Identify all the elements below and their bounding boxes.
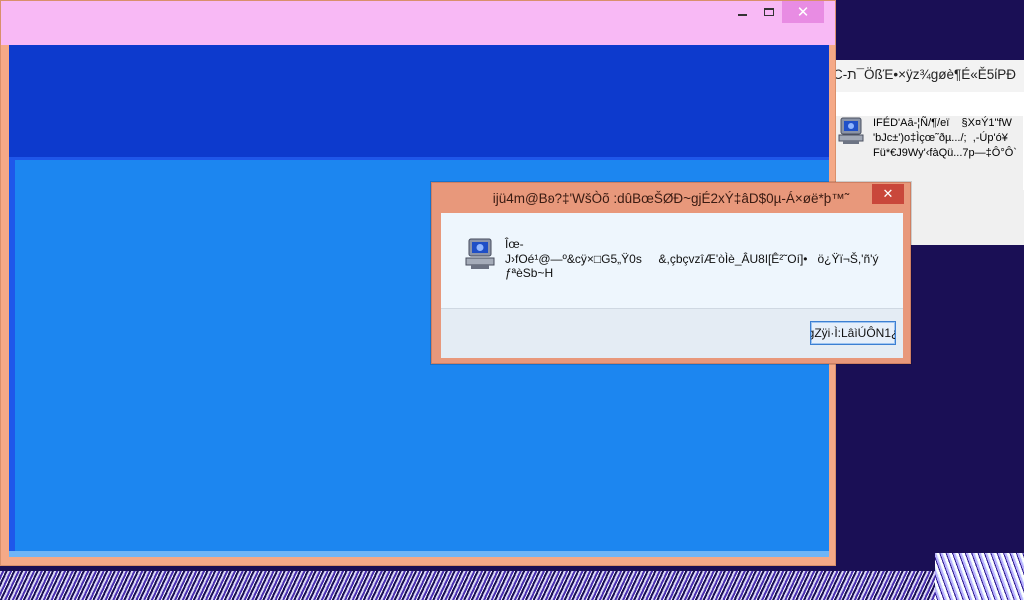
dialog-body: Îœ- J›fOé¹@—º&cÿ×□G5„Ÿ0s &,çbçvzîÆ'òÌè_Â… — [441, 213, 903, 308]
close-icon: ✕ — [882, 186, 894, 201]
close-icon: ✕ — [796, 4, 810, 21]
client-top-panel — [9, 45, 829, 157]
minimize-button[interactable] — [728, 1, 756, 23]
dialog-close-button[interactable]: ✕ — [872, 184, 904, 204]
maximize-icon — [764, 8, 774, 16]
dialog-footer: gZÿi·Ì:LâìÚÔN1¿ — [441, 308, 903, 358]
dialog-ok-button[interactable]: gZÿi·Ì:LâìÚÔN1¿ — [810, 321, 896, 345]
dialog-message: Îœ- J›fOé¹@—º&cÿ×□G5„Ÿ0s &,çbçvzîÆ'òÌè_Â… — [505, 237, 879, 280]
client-bottom-strip — [9, 551, 829, 557]
close-button[interactable]: ✕ — [782, 1, 824, 23]
main-window-titlebar[interactable]: ✕ — [1, 1, 835, 45]
message-dialog: ijü4m@Bʚ?‡'WšÒõ :dûBœŠØĐ~gjÉ2xÝ‡âD$0µ-Á×… — [431, 182, 911, 364]
maximize-button[interactable] — [755, 1, 783, 23]
background-dialog-body: ΙFÉD'Aā-¦Ñ/¶/eï §X¤Ý1"fW 'bJc±')o‡Ìçœ˜ðµ… — [833, 116, 1023, 190]
glitch-band-corner — [935, 553, 1024, 600]
dialog-title[interactable]: ijü4m@Bʚ?‡'WšÒõ :dûBœŠØĐ~gjÉ2xÝ‡âD$0µ-Á×… — [432, 183, 910, 213]
computer-icon — [838, 117, 864, 144]
glitch-band-bottom — [0, 571, 1024, 600]
computer-icon — [465, 238, 495, 269]
background-dialog-message: ΙFÉD'Aā-¦Ñ/¶/eï §X¤Ý1"fW 'bJc±')o‡Ìçœ˜ðµ… — [873, 117, 1017, 159]
background-dialog-title: C-ת¯ÖßΈ•×ÿz¾gøè¶É«Ě5ίΡĐ — [829, 60, 1024, 92]
minimize-icon — [737, 14, 747, 16]
